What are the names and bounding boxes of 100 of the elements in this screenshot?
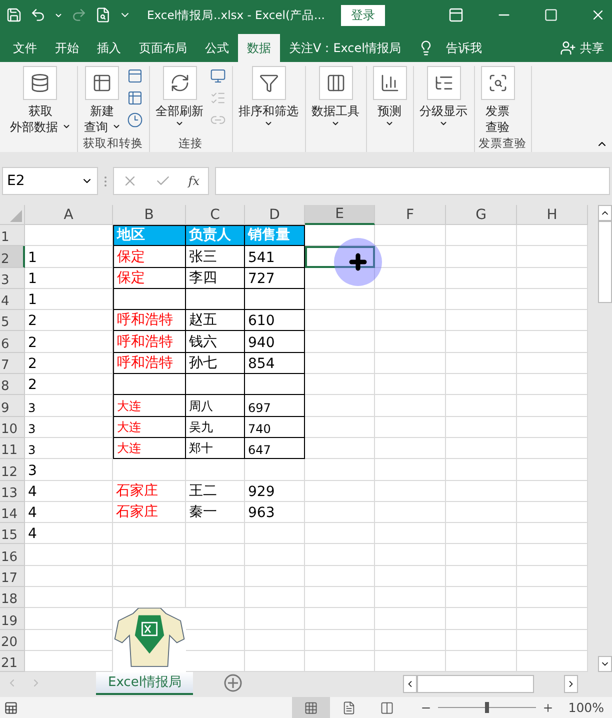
select-all-icon[interactable] [10,210,22,222]
row-header[interactable]: 11 [0,438,25,460]
row-header[interactable]: 6 [0,331,25,353]
column-header[interactable]: C [186,205,245,225]
ribbon-button[interactable]: 全部刷新 [154,66,206,136]
scroll-left-button[interactable] [403,675,417,693]
login-button[interactable]: 登录 [340,4,385,26]
print-preview-icon[interactable] [95,7,111,23]
table-cell: 王二 [186,480,245,502]
row-header[interactable]: 9 [0,395,25,417]
menu-tab[interactable]: 页面布局 [130,34,196,62]
empty-cell[interactable] [113,374,186,396]
drag-handle-icon[interactable] [104,176,107,187]
view-button[interactable] [292,697,330,718]
row-header[interactable]: 21 [0,650,25,672]
table-cell: 张三 [186,246,245,268]
row-header[interactable]: 10 [0,416,25,438]
empty-cell[interactable] [245,288,305,310]
table-cell: 保定 [113,246,186,268]
table-cell: 740 [245,416,305,438]
column-header[interactable]: B [113,205,186,225]
undo-icon[interactable] [30,7,46,23]
row-header[interactable]: 5 [0,310,25,332]
menu-tab[interactable]: 开始 [46,34,88,62]
table-cell: 吴九 [186,416,245,438]
small-ribbon-button[interactable] [126,112,145,130]
scroll-down-button[interactable] [598,656,612,672]
ribbon-button[interactable]: 发票 查验 [478,66,517,136]
table-cell: 保定 [113,268,186,289]
row-header[interactable]: 2 [0,246,25,268]
caret-icon [264,119,274,128]
table-cell: 郑十 [186,438,245,460]
add-sheet-button[interactable] [223,672,244,694]
zoom-in-icon[interactable] [542,702,554,714]
scroll-thumb[interactable] [598,221,612,303]
empty-cell[interactable] [245,374,305,396]
row-header[interactable]: 8 [0,374,25,396]
ribbon-button[interactable]: 分级显示 [418,66,470,136]
person-add-icon[interactable] [560,40,576,56]
row-header[interactable]: 12 [0,459,25,481]
row-header[interactable]: 7 [0,352,25,374]
row-header[interactable]: 14 [0,502,25,524]
grid-icon [304,700,318,714]
table-cell: 2 [25,310,113,332]
row-header[interactable]: 17 [0,566,25,588]
row-header[interactable]: 19 [0,608,25,630]
column-header[interactable]: E [305,205,375,225]
name-box[interactable]: E2 [2,167,98,195]
column-header[interactable]: A [25,205,113,225]
empty-cell[interactable] [186,288,245,310]
clock-icon [126,112,143,128]
save-icon[interactable] [6,7,22,23]
column-header[interactable]: D [245,205,305,225]
menu-tab[interactable]: 数据 [238,34,280,62]
window-icon [126,68,143,84]
menu-tab[interactable]: 公式 [196,34,238,62]
active-cell[interactable] [305,246,375,268]
ribbon-button[interactable]: 预测 [370,66,409,136]
row-header[interactable]: 3 [0,268,25,289]
row-header[interactable]: 16 [0,544,25,566]
table-icon [126,90,143,106]
share-link[interactable]: 共享 [580,40,604,56]
row-header[interactable]: 15 [0,523,25,544]
row-header[interactable]: 13 [0,480,25,502]
table-cell: 孙七 [186,352,245,374]
formula-field[interactable] [215,167,610,195]
tell-me-link[interactable]: 告诉我 [446,40,482,56]
scroll-up-button[interactable] [598,205,612,221]
empty-cell[interactable] [113,288,186,310]
table-cell: 4 [25,523,113,544]
caret-icon [112,122,121,131]
list-icon [210,90,226,106]
table-cell: 963 [245,502,305,524]
table-cell: 1 [25,246,113,268]
maximize-icon[interactable] [544,8,558,22]
column-header[interactable]: H [517,205,588,225]
row-header[interactable]: 18 [0,587,25,608]
zoom-level[interactable]: 100% [568,700,604,715]
row-header[interactable]: 4 [0,288,25,310]
empty-cell[interactable] [186,374,245,396]
scroll-right-button[interactable] [564,675,578,693]
ribbon-display-icon[interactable] [448,7,464,23]
row-header[interactable]: 1 [0,225,25,246]
menu-tab[interactable]: 插入 [88,34,130,62]
sheet-tab[interactable]: Excel情报局 [96,671,194,695]
ribbon-button[interactable]: 排序和筛选 [236,66,301,136]
column-header[interactable]: G [446,205,517,225]
page-break-icon [380,700,394,714]
macro-record-icon[interactable] [4,700,18,714]
ribbon-button[interactable]: 获取 外部数据 [8,66,73,136]
table-cell: 3 [25,438,113,460]
ribbon-button[interactable]: 数据工具 [310,66,362,136]
column-header[interactable]: F [375,205,446,225]
horizontal-scroll-thumb[interactable] [417,675,534,693]
zoom-slider-thumb[interactable] [485,702,490,713]
menu-tab[interactable]: 文件 [4,34,46,62]
ribbon-button[interactable]: 新建 查询 [82,66,123,136]
insert-function-button[interactable]: fx [188,174,200,188]
menu-tab[interactable]: 关注V：Excel情报局 [280,34,410,62]
row-header[interactable]: 20 [0,630,25,651]
